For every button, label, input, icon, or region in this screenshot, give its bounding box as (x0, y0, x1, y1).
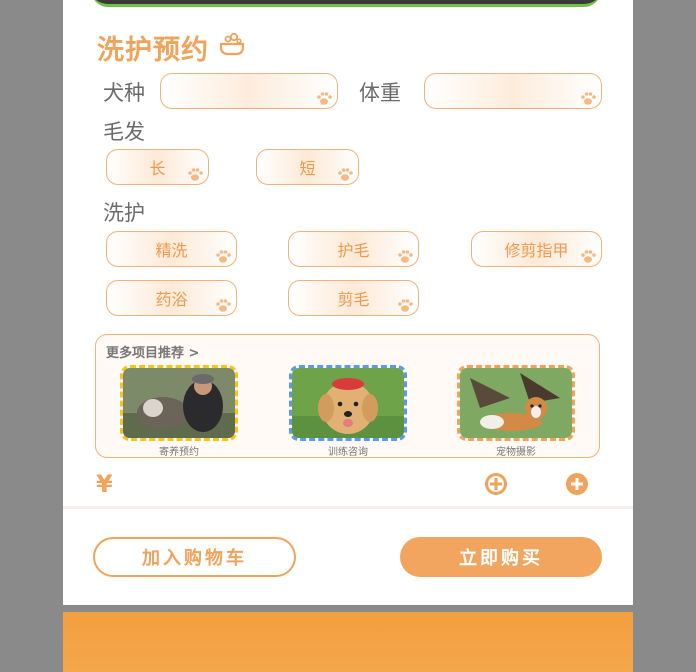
recommend-card-training[interactable]: 训练咨询 (289, 365, 407, 458)
add-to-cart-button[interactable]: 加入购物车 (93, 537, 296, 577)
weight-label: 体重 (359, 81, 401, 105)
recommend-title[interactable]: 更多项目推荐 > (106, 342, 199, 361)
bottom-bar (63, 612, 633, 672)
paw-icon (398, 250, 413, 263)
hair-label: 毛发 (103, 120, 145, 144)
dog-photo-training (289, 365, 407, 441)
bathtub-icon (219, 32, 245, 56)
top-image-strip (91, 0, 601, 7)
divider (63, 506, 633, 509)
chip-label: 长 (149, 159, 166, 178)
recommend-card-photography[interactable]: 宠物摄影 (457, 365, 575, 458)
page-title: 洗护预约 (97, 35, 209, 66)
chip-label: 精洗 (155, 241, 188, 260)
paw-icon (188, 168, 203, 181)
paw-icon (338, 168, 353, 181)
dog-photo-photography (457, 365, 575, 441)
chip-label: 修剪指甲 (504, 241, 569, 260)
breed-input[interactable] (160, 73, 338, 109)
plus-circle-icon[interactable] (565, 472, 589, 496)
chip-label: 护毛 (337, 241, 370, 260)
hair-option-short[interactable]: 短 (256, 149, 359, 185)
recommend-caption: 训练咨询 (328, 447, 368, 458)
chip-label: 短 (299, 159, 316, 178)
paw-icon (317, 92, 332, 105)
paw-icon (398, 299, 413, 312)
hair-option-long[interactable]: 长 (106, 149, 209, 185)
phone-screen: 洗护预约 犬种 体重 毛发 长 短 洗护 精洗 护毛 修剪指甲 药浴 剪毛 更多… (63, 0, 633, 605)
care-option-haircut[interactable]: 剪毛 (288, 280, 419, 316)
care-option-medicated-bath[interactable]: 药浴 (106, 280, 237, 316)
paw-icon (581, 250, 596, 263)
weight-input[interactable] (424, 73, 602, 109)
care-label: 洗护 (103, 201, 145, 225)
paw-icon (216, 250, 231, 263)
recommend-panel: 更多项目推荐 > 寄养预约 训练咨询 宠物摄影 (95, 334, 600, 458)
recommend-card-boarding[interactable]: 寄养预约 (120, 365, 238, 458)
care-option-nail-trim[interactable]: 修剪指甲 (471, 231, 602, 267)
care-option-hair-care[interactable]: 护毛 (288, 231, 419, 267)
buy-now-button[interactable]: 立即购买 (400, 537, 602, 577)
chip-label: 药浴 (155, 290, 188, 309)
dog-photo-boarding (120, 365, 238, 441)
breed-label: 犬种 (103, 81, 145, 105)
recommend-caption: 宠物摄影 (496, 447, 536, 458)
care-option-fine-wash[interactable]: 精洗 (106, 231, 237, 267)
paw-icon (216, 299, 231, 312)
recommend-caption: 寄养预约 (159, 447, 199, 458)
plus-circle-icon[interactable] (484, 472, 508, 496)
chip-label: 剪毛 (337, 290, 370, 309)
paw-icon (581, 92, 596, 105)
currency-symbol: ¥ (96, 470, 113, 498)
